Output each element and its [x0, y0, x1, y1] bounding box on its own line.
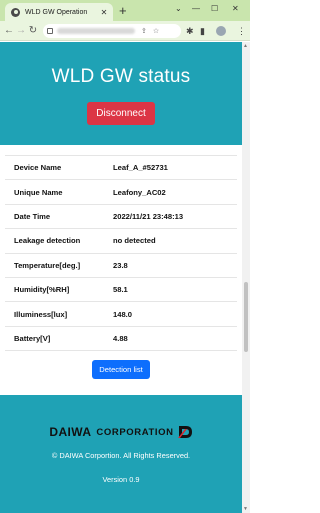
back-icon[interactable]: ←: [3, 21, 15, 41]
minimize-button[interactable]: —: [192, 3, 200, 15]
table-row: Leakage detection no detected: [5, 228, 237, 253]
row-value: 2022/11/21 23:48:13: [113, 211, 184, 221]
scroll-up-arrow-icon[interactable]: ▲: [243, 43, 248, 49]
logo-corporation-text: CORPORATION: [96, 426, 174, 438]
daiwa-logo: DAIWA CORPORATION: [49, 425, 192, 439]
extensions-icon[interactable]: ✱: [186, 21, 194, 41]
row-label: Device Name: [14, 163, 62, 173]
page-title: WLD GW status: [51, 66, 191, 87]
row-label: Unique Name: [14, 187, 63, 197]
detection-list-button[interactable]: Detection list: [92, 360, 150, 380]
row-label: Date Time: [14, 211, 51, 221]
maximize-button[interactable]: ☐: [211, 3, 218, 15]
copyright-text: © DAIWA Corportion. All Rights Reserved.: [51, 451, 191, 460]
page-viewport: WLD GW status Disconnect Device Name Leaf…: [0, 42, 242, 513]
disconnect-button[interactable]: Disconnect: [87, 102, 155, 125]
url-text-blurred: [57, 28, 135, 34]
table-row: Unique Name Leafony_AC02: [5, 179, 237, 204]
daiwa-logo-mark-icon: [177, 426, 192, 438]
profile-avatar[interactable]: [216, 26, 226, 36]
address-bar[interactable]: ⇪ ☆: [43, 24, 181, 38]
browser-tab[interactable]: WLD GW Operation ✕: [5, 3, 113, 21]
row-value: 58.1: [113, 285, 128, 295]
version-text: Version 0.9: [102, 475, 140, 484]
status-table: Device Name Leaf_A_#52731 Unique Name Leafo…: [5, 155, 237, 351]
close-window-button[interactable]: ✕: [232, 3, 239, 15]
table-row: Battery[V] 4.88: [5, 326, 237, 351]
row-value: 148.0: [113, 309, 133, 319]
row-value: Leaf_A_#52731: [113, 163, 168, 173]
row-value: Leafony_AC02: [113, 187, 166, 197]
forward-icon[interactable]: →: [15, 21, 27, 41]
globe-icon: [11, 7, 20, 17]
tab-search-icon[interactable]: ⌄: [175, 3, 182, 15]
scrollbar-thumb[interactable]: [244, 282, 248, 352]
table-row: Humidity[%RH] 58.1: [5, 277, 237, 301]
share-icon[interactable]: ⇪: [141, 27, 147, 35]
page-scrollbar[interactable]: ▲ ▼: [242, 42, 250, 513]
row-value: 4.88: [113, 333, 128, 343]
close-tab-icon[interactable]: ✕: [98, 8, 110, 17]
row-value: 23.8: [113, 260, 128, 270]
status-header: WLD GW status Disconnect: [0, 42, 242, 145]
table-row: Date Time 2022/11/21 23:48:13: [5, 204, 237, 228]
browser-tab-strip: WLD GW Operation ✕ + ⌄ — ☐ ✕: [0, 0, 250, 21]
row-label: Humidity[%RH]: [14, 285, 70, 295]
browser-toolbar: ← → ↻ ⇪ ☆ ✱ ▮ ⋮: [0, 21, 250, 41]
bookmark-star-icon[interactable]: ☆: [153, 27, 159, 35]
row-label: Leakage detection: [14, 236, 81, 246]
browser-menu-icon[interactable]: ⋮: [237, 21, 246, 41]
side-panel-icon[interactable]: ▮: [200, 21, 205, 41]
status-card: Device Name Leaf_A_#52731 Unique Name Leafo…: [5, 155, 237, 380]
row-label: Temperature[deg.]: [14, 260, 81, 270]
row-label: Illuminess[lux]: [14, 309, 68, 319]
table-row: Device Name Leaf_A_#52731: [5, 155, 237, 180]
page-footer: DAIWA CORPORATION © DAIWA Corportion. Al…: [0, 395, 242, 513]
logo-daiwa-text: DAIWA: [49, 425, 92, 439]
row-label: Battery[V]: [14, 333, 51, 343]
new-tab-button[interactable]: +: [119, 4, 127, 18]
reload-icon[interactable]: ↻: [27, 21, 39, 41]
scroll-down-arrow-icon[interactable]: ▼: [243, 506, 248, 512]
table-row: Temperature[deg.] 23.8: [5, 253, 237, 277]
row-value: no detected: [113, 236, 156, 246]
table-row: Illuminess[lux] 148.0: [5, 301, 237, 326]
lock-icon: [47, 28, 53, 34]
tab-title: WLD GW Operation: [25, 8, 88, 16]
